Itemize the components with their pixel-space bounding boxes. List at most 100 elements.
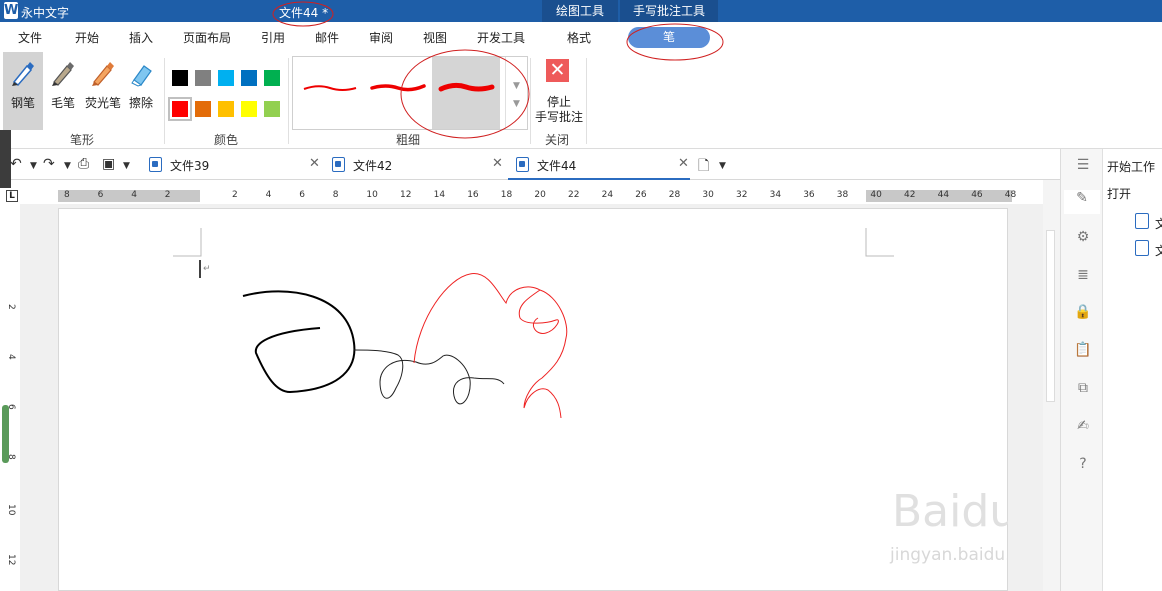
thickness-group-label: 粗细	[396, 133, 421, 147]
vertical-ruler[interactable]	[0, 208, 20, 591]
ruler-tick: 8	[64, 190, 70, 200]
redo-icon[interactable]: ↷	[43, 156, 55, 172]
undo-icon[interactable]: ↶	[10, 156, 22, 172]
svg-text:↵: ↵	[203, 264, 211, 274]
undo-dropdown-icon[interactable]: ▼	[30, 161, 37, 171]
clipboard-icon[interactable]: 📋	[1073, 342, 1093, 362]
ruler-tick: 14	[433, 190, 446, 200]
menu-format[interactable]: 格式	[567, 29, 591, 46]
ruler-tick: 4	[265, 190, 272, 200]
stop-ink-button[interactable]: ✕	[546, 59, 569, 82]
thick-stroke-icon	[438, 82, 495, 92]
close-icon[interactable]: ✕	[309, 156, 320, 171]
document-icon	[332, 157, 345, 172]
context-tab-ink-annotation-tools[interactable]: 手写批注工具	[620, 0, 718, 22]
thickness-option-thick[interactable]	[432, 57, 500, 129]
menu-developer[interactable]: 开发工具	[477, 29, 525, 46]
document-title: 文件44 *	[279, 6, 329, 20]
color-swatch-lime[interactable]	[264, 101, 280, 117]
menu-file[interactable]: 文件	[18, 29, 42, 46]
color-swatch-green[interactable]	[264, 70, 280, 86]
medium-stroke-icon	[370, 84, 426, 92]
color-swatch-gray[interactable]	[195, 70, 211, 86]
doc-tab-label: 文件44	[537, 159, 577, 173]
copy-icon[interactable]: ⧉	[1073, 380, 1093, 400]
ruler-tick: 10	[366, 190, 378, 200]
close-icon[interactable]: ✕	[492, 156, 503, 171]
customize-dropdown-icon[interactable]: ▼	[123, 161, 130, 171]
ruler-tick: 22	[568, 190, 580, 200]
document-icon	[149, 157, 162, 172]
menu-home[interactable]: 开始	[75, 29, 99, 46]
pen-panel-icon[interactable]: ✎	[1064, 190, 1100, 214]
recent-file-icon[interactable]	[1135, 213, 1149, 229]
color-swatch-yellow[interactable]	[241, 101, 257, 117]
color-swatch-black[interactable]	[172, 70, 188, 86]
ruler-tick: 12	[400, 190, 412, 200]
thickness-option-thin[interactable]	[296, 57, 364, 129]
menu-references[interactable]: 引用	[261, 29, 285, 46]
doc-tab-39[interactable]: 文件39 ✕	[149, 154, 325, 180]
color-swatch-gold[interactable]	[218, 101, 234, 117]
recent-file-icon[interactable]	[1135, 240, 1149, 256]
ruler-tick: 38	[836, 190, 849, 200]
close-icon[interactable]: ✕	[678, 156, 689, 171]
pen-group-label: 笔形	[70, 133, 95, 147]
menu-view[interactable]: 视图	[423, 29, 447, 46]
outline-icon[interactable]: ≣	[1073, 267, 1093, 287]
pen-tool-highlighter[interactable]: 荧光笔	[83, 52, 123, 130]
more-options-icon[interactable]: ▼	[506, 97, 527, 111]
redo-dropdown-icon[interactable]: ▼	[64, 161, 71, 171]
save-icon[interactable]: ▣	[102, 156, 115, 172]
tab-stop-selector[interactable]: L	[6, 190, 18, 202]
watermark-brand: Baidu经验	[892, 486, 1008, 537]
color-swatch-red[interactable]	[168, 97, 192, 121]
menu-page-layout[interactable]: 页面布局	[183, 29, 231, 46]
pen-tool-fountain[interactable]: 钢笔	[3, 52, 43, 130]
menu-review[interactable]: 审阅	[369, 29, 393, 46]
menu-pen-tab[interactable]: 笔	[628, 27, 710, 48]
brush-icon	[52, 62, 74, 86]
recent-file-label[interactable]: 文	[1155, 242, 1162, 259]
recent-file-label[interactable]: 文	[1155, 215, 1162, 232]
fountain-pen-icon	[12, 62, 34, 87]
lock-icon[interactable]: 🔒	[1073, 304, 1093, 324]
new-document-icon[interactable]: 🗋	[698, 155, 709, 179]
panel-menu-icon[interactable]: ☰	[1073, 157, 1093, 177]
watermark-url: jingyan.baidu.com	[889, 545, 1008, 565]
close-group-label: 关闭	[545, 133, 570, 147]
settings-sliders-icon[interactable]: ⚙	[1073, 229, 1093, 249]
scroll-up-icon[interactable]: ▼	[506, 79, 527, 93]
edit-icon[interactable]: ✍	[1073, 418, 1093, 438]
ruler-tick: 28	[668, 190, 681, 200]
menu-insert[interactable]: 插入	[129, 29, 153, 46]
ruler-tick: 32	[736, 190, 748, 200]
thickness-scroll[interactable]: ▼ ▼	[505, 57, 527, 129]
doc-tab-44[interactable]: 文件44 ✕	[508, 154, 690, 180]
ruler-margin-left	[58, 190, 200, 202]
scrollbar-thumb[interactable]	[1046, 230, 1055, 402]
ruler-tick: 24	[601, 190, 614, 200]
ruler-tick: 4	[131, 190, 137, 200]
document-icon	[516, 157, 529, 172]
context-tab-drawing-tools[interactable]: 绘图工具	[542, 0, 618, 22]
doc-tab-42[interactable]: 文件42 ✕	[332, 154, 508, 180]
stop-label-line2: 手写批注	[534, 110, 583, 124]
help-icon[interactable]: ?	[1073, 456, 1093, 476]
new-document-dropdown-icon[interactable]: ▼	[719, 161, 726, 171]
color-swatch-light-blue[interactable]	[218, 70, 234, 86]
color-group-label: 颜色	[214, 133, 239, 147]
thin-stroke-icon	[303, 85, 357, 91]
pen-tool-brush[interactable]: 毛笔	[43, 52, 83, 130]
color-swatch-orange[interactable]	[195, 101, 211, 117]
stop-ink-label[interactable]: 停止 手写批注	[533, 95, 585, 125]
color-swatch-blue[interactable]	[241, 70, 257, 86]
print-preview-icon[interactable]: ⎙	[78, 156, 89, 172]
open-label[interactable]: 打开	[1107, 185, 1131, 202]
ruler-tick: 2	[6, 304, 16, 310]
vertical-ruler-marker[interactable]	[2, 405, 9, 463]
pen-tool-eraser[interactable]: 擦除	[121, 52, 161, 130]
page-content: ↵ Baidu经验 jingyan.baidu.com	[173, 228, 1008, 565]
menu-mailings[interactable]: 邮件	[315, 29, 339, 46]
thickness-option-medium[interactable]	[364, 57, 432, 129]
